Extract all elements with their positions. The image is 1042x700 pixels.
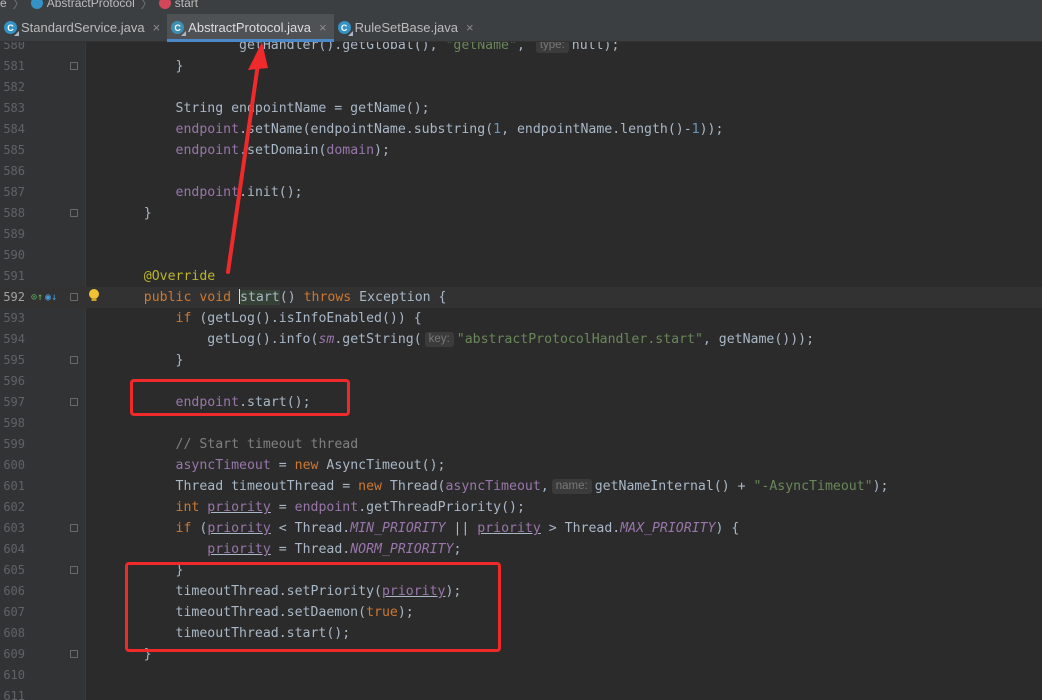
close-icon[interactable]: × (466, 20, 474, 35)
annotation-arrow (226, 42, 268, 274)
java-class-icon: C (4, 21, 19, 36)
tab-standard-service[interactable]: C StandardService.java × (0, 14, 167, 41)
tab-label: RuleSetBase.java (354, 20, 458, 35)
breadcrumb-item-method[interactable]: start (175, 0, 198, 10)
arrow-shaft (226, 62, 260, 274)
tab-abstract-protocol[interactable]: C AbstractProtocol.java × (167, 14, 335, 42)
java-abstract-class-icon: C (171, 21, 187, 36)
breadcrumb: e 〉 AbstractProtocol 〉 start (0, 0, 1042, 14)
breadcrumb-separator: 〉 (140, 0, 153, 11)
tab-label: AbstractProtocol.java (188, 20, 312, 35)
close-icon[interactable]: × (319, 20, 327, 35)
tab-label: StandardService.java (21, 20, 145, 35)
editor-tab-bar: C StandardService.java × C AbstractProto… (0, 14, 1042, 42)
arrow-head (248, 42, 268, 70)
method-icon (158, 0, 171, 9)
code-editor[interactable]: 580 getHandler().getGlobal(), "getName",… (0, 42, 1042, 700)
breadcrumb-item-class[interactable]: AbstractProtocol (47, 0, 135, 10)
tab-rule-set-base[interactable]: C RuleSetBase.java × (334, 14, 481, 41)
java-class-icon: C (337, 21, 353, 36)
breadcrumb-separator: 〉 (12, 0, 25, 11)
breadcrumb-item-package[interactable]: e (0, 0, 7, 10)
class-icon (30, 0, 43, 9)
close-icon[interactable]: × (153, 20, 161, 35)
